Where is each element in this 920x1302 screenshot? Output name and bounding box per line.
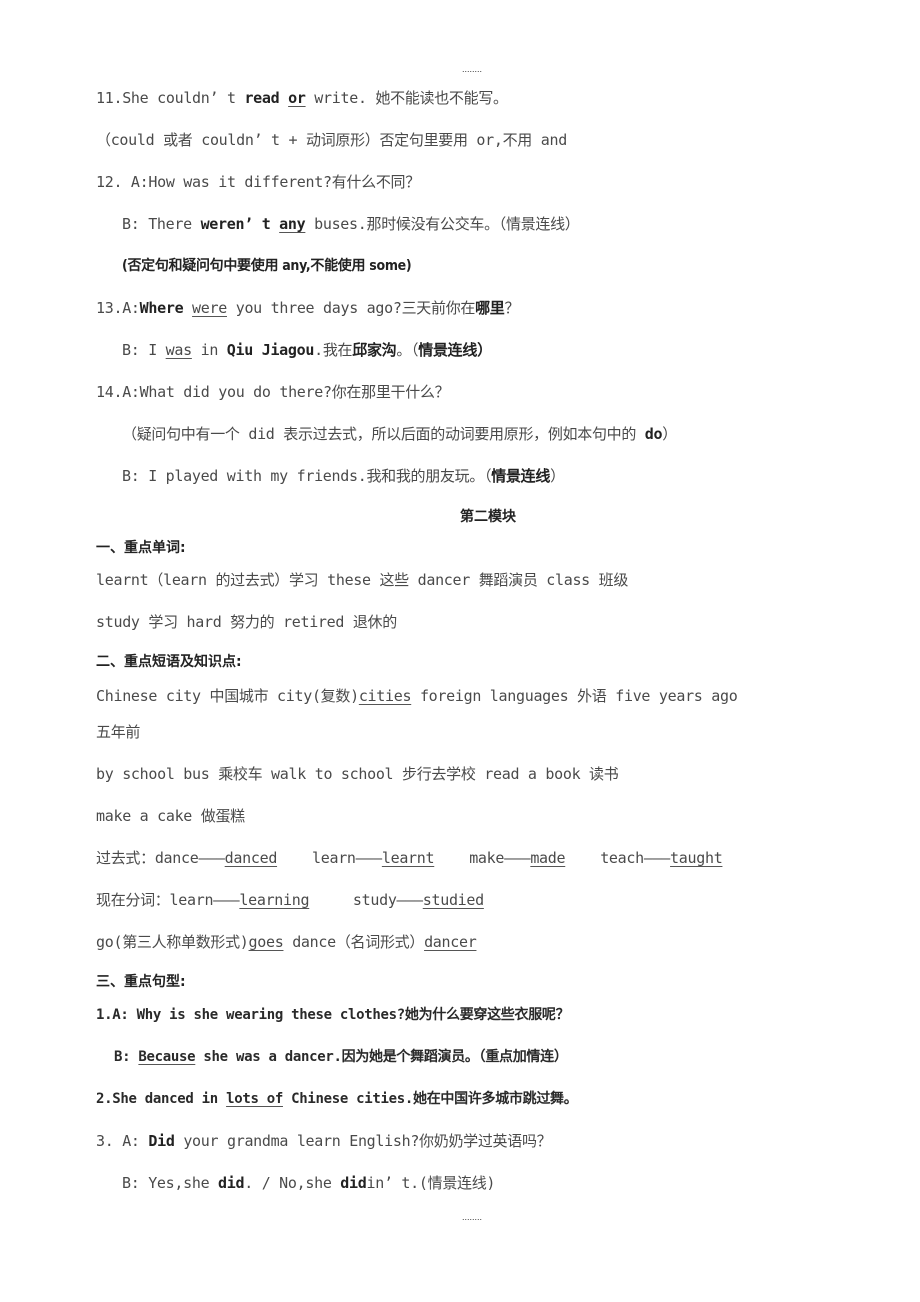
verb-form: made — [530, 849, 566, 867]
bold-word: Qiu Jiagou — [226, 341, 315, 359]
sentence-11: 11.She couldn’ t read or write. 她不能读也不能写… — [96, 88, 508, 108]
section-heading-phrases: 二、重点短语及知识点: — [96, 654, 242, 670]
base-verb: dance——— — [154, 849, 225, 867]
forms-line: go(第三人称单数形式)goes dance（名词形式）dancer — [96, 932, 477, 952]
text: your grandma learn English?你奶奶学过英语吗？ — [174, 1132, 552, 1150]
base-verb: learn——— — [169, 891, 240, 909]
phrase-line-2: 五年前 — [96, 723, 141, 741]
participle-line: 现在分词：learn———learning study———studied — [96, 890, 484, 910]
bold-word: 邱家沟 — [352, 341, 397, 359]
item-number: 11. — [96, 89, 123, 107]
text: Chinese cities.她在中国许多城市跳过舞。 — [282, 1091, 578, 1107]
text: She couldn’ t — [122, 89, 245, 107]
sentence-12-b: B: There weren’ t any buses.那时候没有公交车。（情景… — [122, 214, 580, 234]
sentence-12-a: 12. A:How was it different?有什么不同？ — [96, 173, 420, 191]
text: you three days ago?三天前你在 — [226, 299, 476, 317]
page-marker-top: ........ — [462, 64, 483, 74]
bold-word: 情景连线 — [491, 467, 551, 485]
underlined-word: was — [165, 341, 193, 359]
base-verb: make——— — [469, 849, 531, 867]
text: Chinese city 中国城市 city(复数) — [96, 687, 359, 705]
text: she was a dancer.因为她是个舞蹈演员。（重点加情连） — [195, 1049, 568, 1065]
verb-form: taught — [670, 849, 723, 867]
phrase-line-4: make a cake 做蛋糕 — [96, 807, 245, 825]
page-marker-bottom: ........ — [462, 1212, 483, 1222]
text: ） — [477, 341, 492, 359]
underlined-word: or — [288, 89, 306, 107]
sentence-14-a: 14.A:What did you do there?你在那里干什么？ — [96, 383, 450, 401]
text: 。（ — [396, 341, 419, 359]
text: ） — [662, 425, 677, 443]
underlined-word: Because — [138, 1049, 196, 1065]
text: B: I played with my friends.我和我的朋友玩。（ — [122, 467, 492, 485]
text: B: — [114, 1049, 139, 1065]
underlined-word: cities — [358, 687, 412, 705]
text: go(第三人称单数形式) — [96, 933, 249, 951]
text: B: I — [122, 341, 166, 359]
bold-word: Where — [139, 299, 184, 317]
underlined-word: any — [279, 215, 306, 233]
verb-form: learning — [239, 891, 310, 909]
verb-form: studied — [422, 891, 484, 909]
text: in’ t.(情景连线) — [366, 1174, 496, 1192]
bold-word: read — [244, 89, 280, 107]
text: dance（名词形式） — [283, 933, 425, 951]
key-sentence-1-b: B: Because she was a dancer.因为她是个舞蹈演员。（重… — [114, 1047, 568, 1067]
text: write. 她不能读也不能写。 — [305, 89, 508, 107]
text: foreign languages 外语 five years ago — [411, 687, 738, 705]
key-sentence-3-b: B: Yes,she did. / No,she didin’ t.(情景连线) — [122, 1173, 495, 1193]
sentence-14-b: B: I played with my friends.我和我的朋友玩。（情景连… — [122, 466, 565, 486]
sentence-13-b: B: I was in Qiu Jiagou.我在邱家沟。（情景连线） — [122, 340, 492, 360]
base-verb: teach——— — [600, 849, 671, 867]
module-title: 第二模块 — [460, 509, 516, 525]
vocab-line-2: study 学习 hard 努力的 retired 退休的 — [96, 613, 397, 631]
text: . / No,she — [244, 1174, 341, 1192]
note-11: （could 或者 couldn’ t + 动词原形）否定句里要用 or,不用 … — [96, 131, 567, 149]
text: B: Yes,she — [122, 1174, 219, 1192]
vocab-line-1: learnt（learn 的过去式）学习 these 这些 dancer 舞蹈演… — [96, 571, 629, 589]
bold-word: do — [644, 425, 663, 443]
text: （疑问句中有一个 did 表示过去式，所以后面的动词要用原形，例如本句中的 — [122, 425, 645, 443]
text: ？ — [504, 299, 520, 317]
bold-word: did — [340, 1174, 367, 1192]
text: 3. A: — [96, 1132, 149, 1150]
underlined-word: lots of — [226, 1091, 283, 1107]
label: 现在分词： — [96, 891, 170, 909]
section-heading-words: 一、重点单词: — [96, 540, 186, 556]
phrase-line-1: Chinese city 中国城市 city(复数)cities foreign… — [96, 686, 738, 706]
item-number: 13.A: — [96, 299, 140, 317]
bold-word: Did — [148, 1132, 175, 1150]
past-tense-line: 过去式：dance———danced learn———learnt make——… — [96, 848, 723, 868]
label: 过去式： — [96, 849, 155, 867]
key-sentence-1-a: 1.A: Why is she wearing these clothes?她为… — [96, 1007, 570, 1023]
sentence-13-a: 13.A:Where were you three days ago?三天前你在… — [96, 298, 520, 318]
verb-form: danced — [224, 849, 278, 867]
base-verb: learn——— — [312, 849, 382, 867]
section-heading-sentences: 三、重点句型: — [96, 974, 186, 990]
text: buses.那时候没有公交车。（情景连线） — [305, 215, 580, 233]
underlined-word: goes — [248, 933, 284, 951]
note-12: (否定句和疑问句中要使用 any,不能使用 some) — [122, 258, 412, 274]
key-sentence-3-a: 3. A: Did your grandma learn English?你奶奶… — [96, 1131, 552, 1151]
underlined-word: dancer — [424, 933, 477, 951]
text: 2.She danced in — [96, 1091, 227, 1107]
text: in — [191, 341, 227, 359]
text: ） — [550, 467, 565, 485]
bold-word: 哪里 — [475, 299, 505, 317]
key-sentence-2: 2.She danced in lots of Chinese cities.她… — [96, 1089, 578, 1109]
phrase-line-3: by school bus 乘校车 walk to school 步行去学校 r… — [96, 765, 619, 783]
text: .我在 — [314, 341, 353, 359]
base-verb: study——— — [352, 891, 423, 909]
bold-word: did — [218, 1174, 245, 1192]
note-14: （疑问句中有一个 did 表示过去式，所以后面的动词要用原形，例如本句中的 do… — [122, 424, 677, 444]
bold-word: weren’ t — [200, 215, 271, 233]
text: B: There — [122, 215, 201, 233]
underlined-word: were — [192, 299, 227, 317]
bold-word: 情景连线 — [418, 341, 478, 359]
verb-form: learnt — [381, 849, 435, 867]
